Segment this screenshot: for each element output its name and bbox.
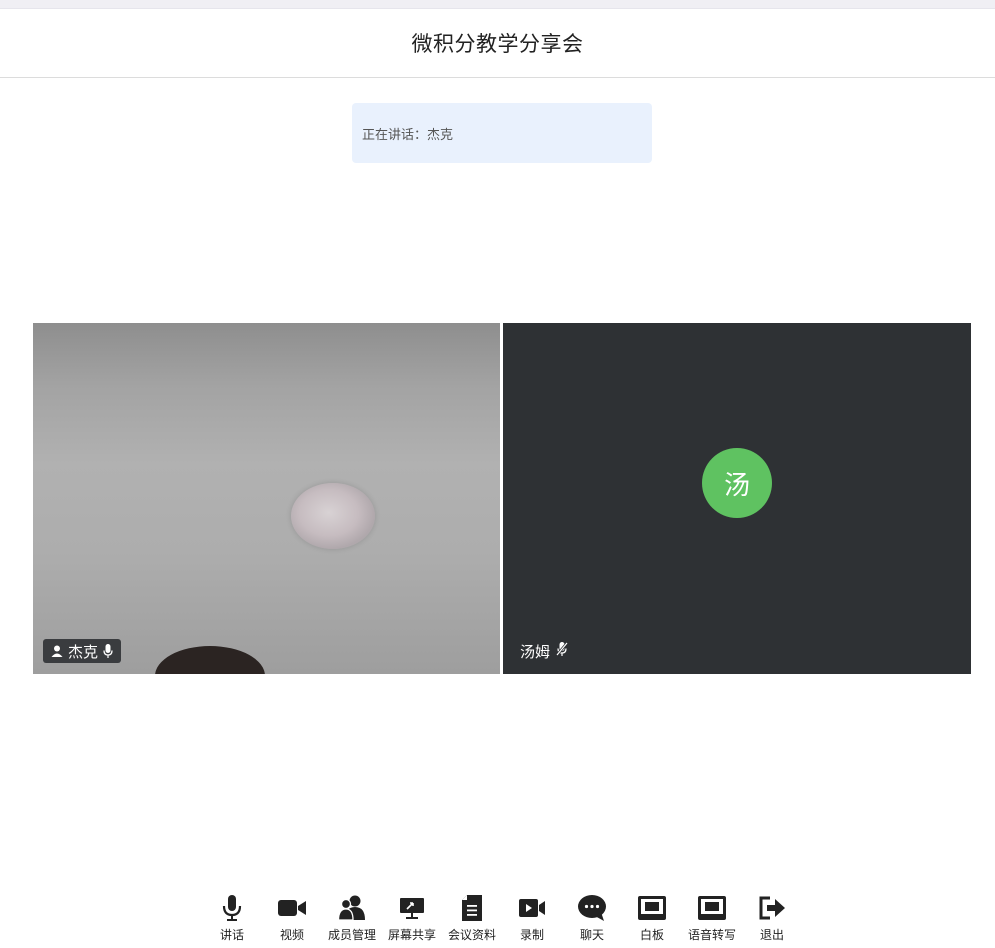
- user-icon: [51, 645, 63, 657]
- record-icon: [517, 893, 547, 923]
- exit-label: 退出: [759, 928, 784, 942]
- speak-button[interactable]: 讲话: [202, 893, 262, 943]
- members-icon: [337, 893, 367, 923]
- whiteboard-button[interactable]: 白板: [622, 893, 682, 943]
- members-button[interactable]: 成员管理: [322, 893, 382, 943]
- chat-button[interactable]: 聊天: [562, 893, 622, 943]
- participant-name: 汤姆: [520, 643, 551, 661]
- whiteboard-icon: [637, 893, 667, 923]
- meeting-header: 微积分教学分享会: [0, 9, 995, 78]
- microphone-muted-icon: [556, 642, 569, 661]
- participant-name-badge: 杰克: [43, 639, 122, 663]
- video-camera-icon: [277, 893, 307, 923]
- participant-avatar: 汤: [702, 448, 772, 518]
- transcription-button[interactable]: 语音转写: [682, 893, 742, 943]
- microphone-icon: [103, 644, 113, 658]
- video-tile-jack[interactable]: 杰克: [33, 323, 500, 674]
- speaking-text: 正在讲话：杰克: [362, 127, 454, 143]
- document-icon: [457, 893, 487, 923]
- record-button[interactable]: 录制: [502, 893, 562, 943]
- chat-bubble-icon: [577, 893, 607, 923]
- record-label: 录制: [519, 928, 544, 942]
- exit-button[interactable]: 退出: [742, 893, 802, 943]
- meeting-materials-label: 会议资料: [447, 928, 496, 942]
- transcription-icon: [697, 893, 727, 923]
- members-label: 成员管理: [327, 928, 376, 942]
- video-tile-tom[interactable]: 汤 汤姆: [503, 323, 971, 674]
- meeting-toolbar: 讲话 视频 成员管理 屏幕共享 会议资料 录制 聊天 白板 语音转写 退出: [202, 893, 802, 943]
- whiteboard-label: 白板: [639, 928, 664, 942]
- avatar-initial: 汤: [723, 470, 750, 501]
- transcription-label: 语音转写: [687, 928, 736, 942]
- video-button[interactable]: 视频: [262, 893, 322, 943]
- ceiling-light-fixture: [291, 483, 375, 549]
- screen-share-button[interactable]: 屏幕共享: [382, 893, 442, 943]
- speaking-indicator: 正在讲话：杰克: [352, 103, 652, 163]
- top-strip: [0, 0, 995, 9]
- screen-share-icon: [397, 893, 427, 923]
- participant-head: [155, 646, 265, 674]
- screen-share-label: 屏幕共享: [387, 928, 436, 942]
- exit-icon: [757, 893, 787, 923]
- speak-label: 讲话: [219, 928, 244, 942]
- meeting-title: 微积分教学分享会: [411, 32, 584, 56]
- video-label: 视频: [279, 928, 304, 942]
- participant-name: 杰克: [68, 642, 99, 661]
- participant-name-badge: 汤姆: [520, 641, 569, 662]
- microphone-icon: [217, 893, 247, 923]
- meeting-materials-button[interactable]: 会议资料: [442, 893, 502, 943]
- chat-label: 聊天: [579, 928, 604, 942]
